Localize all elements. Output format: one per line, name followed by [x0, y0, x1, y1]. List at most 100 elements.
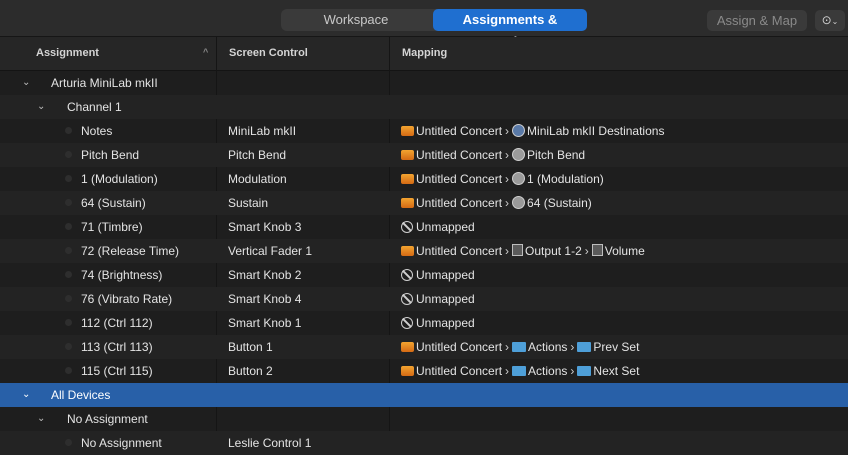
chevron-right-icon: › [505, 172, 510, 186]
unmapped-icon [401, 269, 413, 281]
row-marker-icon [65, 343, 72, 350]
table-row[interactable]: ⌄ No Assignment [0, 407, 848, 431]
mapping-path: Untitled Concert › Output 1-2 › Volume [401, 239, 645, 263]
chevron-right-icon: › [505, 124, 510, 138]
table-row[interactable]: 74 (Brightness) Smart Knob 2 Unmapped [0, 263, 848, 287]
chevron-right-icon: › [505, 340, 510, 354]
screen-control-label: Sustain [228, 196, 269, 210]
row-marker-icon [65, 295, 72, 302]
concert-icon [401, 342, 414, 352]
concert-icon [401, 126, 414, 136]
mapping-path: Unmapped [401, 311, 475, 335]
assignment-label: 74 (Brightness) [81, 268, 163, 282]
assignment-label: 72 (Release Time) [81, 244, 180, 258]
table-row[interactable]: 76 (Vibrato Rate) Smart Knob 4 Unmapped [0, 287, 848, 311]
mapping-path: Untitled Concert › Actions › Next Set [401, 359, 639, 383]
screen-control-label: Smart Knob 3 [228, 220, 302, 234]
assignment-label: All Devices [51, 388, 111, 402]
screen-control-label: Smart Knob 1 [228, 316, 302, 330]
chevron-right-icon: › [505, 148, 510, 162]
row-marker-icon [65, 367, 72, 374]
mapping-path: Untitled Concert › 1 (Modulation) [401, 167, 604, 191]
table-row[interactable]: 72 (Release Time) Vertical Fader 1 Untitle… [0, 239, 848, 263]
row-marker-icon [65, 271, 72, 278]
mapping-segment: Unmapped [416, 220, 475, 234]
channel-strip-icon [512, 244, 524, 256]
unmapped-icon [401, 317, 413, 329]
assignment-label: 112 (Ctrl 112) [81, 316, 153, 330]
folder-icon [577, 366, 592, 376]
screen-control-label: Smart Knob 2 [228, 268, 302, 282]
mapping-path: Untitled Concert › 64 (Sustain) [401, 191, 592, 215]
tab-assignments-mappings[interactable]: Assignments & Mappings [433, 9, 587, 49]
mapping-segment: MiniLab mkII Destinations [527, 124, 665, 138]
concert-icon [401, 174, 414, 184]
mapping-path: Unmapped [401, 287, 475, 311]
table-row[interactable]: ⌄ Arturia MiniLab mkII [0, 71, 848, 95]
assign-map-button[interactable]: Assign & Map [707, 10, 807, 31]
chevron-right-icon: › [505, 364, 510, 378]
table-row[interactable]: Pitch Bend Pitch Bend Untitled Concert › Pit… [0, 143, 848, 167]
mapping-segment: Unmapped [416, 316, 475, 330]
row-marker-icon [65, 223, 72, 230]
table-row[interactable]: 115 (Ctrl 115) Button 2 Untitled Concert › A… [0, 359, 848, 383]
keyboard-knob-icon [512, 124, 526, 137]
assignment-label: 64 (Sustain) [81, 196, 146, 210]
table-row[interactable]: ⌄ Channel 1 [0, 95, 848, 119]
table-row[interactable]: 113 (Ctrl 113) Button 1 Untitled Concert › A… [0, 335, 848, 359]
tab-workspace[interactable]: Workspace [281, 9, 431, 31]
channel-strip-icon [591, 244, 603, 256]
chevron-down-icon[interactable]: ⌄ [22, 71, 30, 95]
table-row[interactable]: 1 (Modulation) Modulation Untitled Concert… [0, 167, 848, 191]
toolbar: Workspace Assignments & Mappings Assign … [0, 0, 848, 49]
knob-icon [512, 172, 526, 185]
screen-control-label: Button 2 [228, 364, 273, 378]
table-row[interactable]: 71 (Timbre) Smart Knob 3 Unmapped [0, 215, 848, 239]
folder-icon [512, 342, 527, 352]
chevron-down-icon: ⌄ [831, 17, 839, 26]
table-row[interactable]: Notes MiniLab mkII Untitled Concert › MiniLa… [0, 119, 848, 143]
concert-icon [401, 366, 414, 376]
concert-icon [401, 246, 414, 256]
table-row[interactable]: 64 (Sustain) Sustain Untitled Concert › 64 (… [0, 191, 848, 215]
mapping-segment: Untitled Concert [416, 172, 503, 186]
row-marker-icon [65, 127, 72, 134]
column-header-screen-control[interactable]: Screen Control [229, 47, 308, 59]
screen-control-label: Modulation [228, 172, 287, 186]
assignment-label: No Assignment [67, 412, 148, 426]
chevron-down-icon[interactable]: ⌄ [22, 383, 30, 407]
column-header-mapping[interactable]: Mapping [402, 47, 447, 59]
mapping-segment: 64 (Sustain) [527, 196, 592, 210]
assignment-label: No Assignment [81, 436, 162, 450]
assignment-label: 113 (Ctrl 113) [81, 340, 153, 354]
screen-control-label: Smart Knob 4 [228, 292, 302, 306]
mapping-segment: Unmapped [416, 268, 475, 282]
table-row[interactable]: 112 (Ctrl 112) Smart Knob 1 Unmapped [0, 311, 848, 335]
row-marker-icon [65, 319, 72, 326]
more-options-button[interactable]: ⊙⌄ [815, 10, 845, 31]
column-header-assignment[interactable]: Assignment [36, 47, 99, 59]
concert-icon [401, 150, 414, 160]
screen-control-label: Vertical Fader 1 [228, 244, 313, 258]
mapping-path: Untitled Concert › Actions › Prev Set [401, 335, 639, 359]
chevron-down-icon[interactable]: ⌄ [37, 407, 45, 431]
mapping-segment: Prev Set [593, 340, 640, 354]
screen-control-label: Leslie Control 1 [228, 436, 312, 450]
mapping-segment: Pitch Bend [527, 148, 586, 162]
assignments-table: ⌄ Arturia MiniLab mkII ⌄ Channel 1 Notes Mini… [0, 71, 848, 455]
row-marker-icon [65, 199, 72, 206]
knob-icon [512, 148, 526, 161]
row-marker-icon [65, 247, 72, 254]
ellipsis-circle-icon: ⊙ [821, 13, 832, 27]
sort-up-icon: ^ [203, 47, 209, 57]
chevron-down-icon[interactable]: ⌄ [37, 95, 45, 119]
table-row[interactable]: No Assignment Leslie Control 1 [0, 431, 848, 455]
unmapped-icon [401, 221, 413, 233]
mapping-path: Unmapped [401, 263, 475, 287]
mapping-segment: Actions [528, 340, 568, 354]
mapping-segment: 1 (Modulation) [527, 172, 604, 186]
mapping-segment: Unmapped [416, 292, 475, 306]
table-row[interactable]: ⌄ All Devices [0, 383, 848, 407]
assignment-label: 1 (Modulation) [81, 172, 158, 186]
mapping-segment: Output 1-2 [525, 244, 582, 258]
